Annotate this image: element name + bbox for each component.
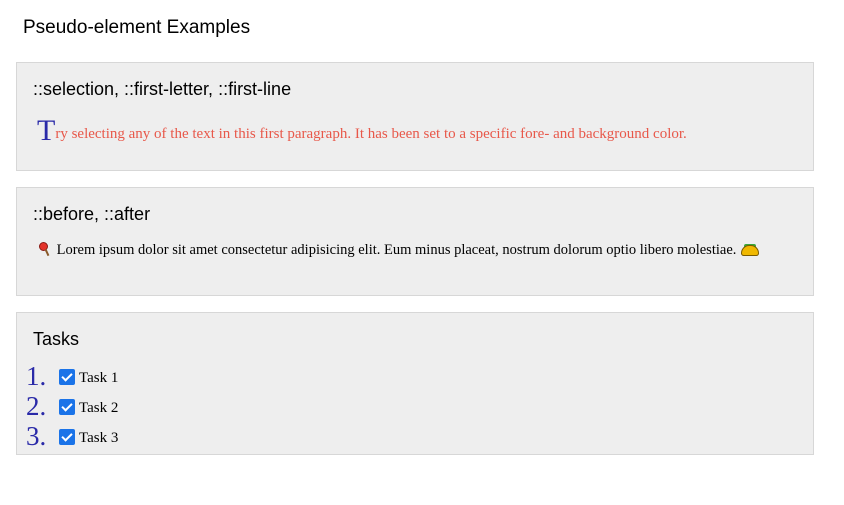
section-heading: ::before, ::after: [33, 204, 151, 224]
task-3-checkbox[interactable]: [59, 429, 75, 445]
lorem-text: Lorem ipsum dolor sit amet consectetur a…: [56, 242, 737, 258]
task-label: Task 2: [79, 400, 119, 416]
lorem-paragraph: Lorem ipsum dolor sit amet consectetur a…: [37, 242, 797, 258]
first-letter: T: [37, 114, 56, 147]
paragraph-text: ry selecting any of the text in this fir…: [55, 126, 687, 142]
list-marker: 1.: [26, 361, 47, 391]
task-1-checkbox[interactable]: [59, 369, 75, 385]
task-label: Task 3: [79, 430, 119, 446]
section-heading: Tasks: [33, 329, 80, 349]
page-title: Pseudo-element Examples: [23, 17, 251, 38]
list-marker: 2.: [26, 391, 47, 421]
selection-section: ::selection, ::first-letter, ::first-lin…: [16, 62, 814, 171]
taco-icon: [740, 243, 760, 256]
selection-paragraph[interactable]: Try selecting any of the text in this fi…: [37, 116, 807, 146]
task-label: Task 1: [79, 370, 119, 386]
tasks-section: Tasks 1. Task 1 2. Task 2 3. Task 3: [16, 312, 814, 455]
list-marker: 3.: [26, 421, 47, 451]
section-heading: ::selection, ::first-letter, ::first-lin…: [33, 79, 292, 99]
task-2-checkbox[interactable]: [59, 399, 75, 415]
lollipop-icon: [37, 242, 53, 257]
before-after-section: ::before, ::after Lorem ipsum dolor sit …: [16, 187, 814, 296]
